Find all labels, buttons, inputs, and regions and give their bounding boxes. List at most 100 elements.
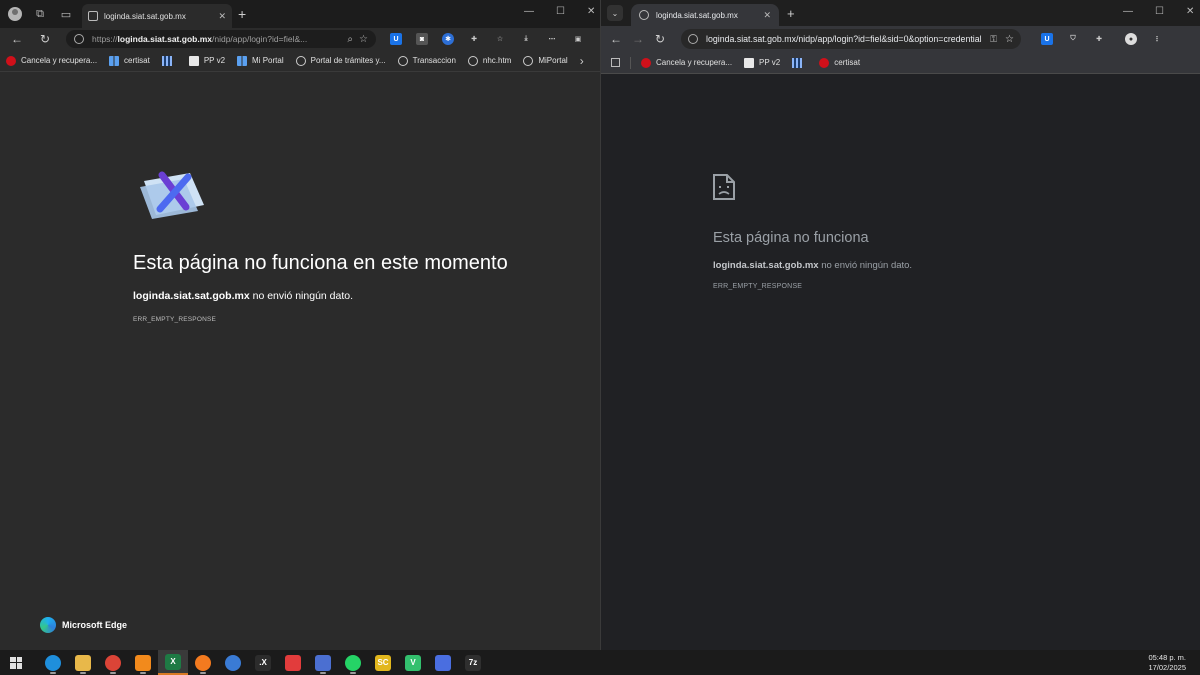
profile-icon[interactable]: ● xyxy=(1125,33,1137,45)
bookmark-item[interactable]: certisat xyxy=(819,57,860,68)
read-aloud-icon[interactable]: ⌕ xyxy=(347,34,353,45)
extension-shield-icon[interactable]: ⛉ xyxy=(1067,33,1079,45)
back-icon[interactable]: ← xyxy=(6,32,28,46)
app-x-icon: .X xyxy=(255,654,271,671)
system-clock[interactable]: 05:48 p. m. 17/02/2025 xyxy=(1148,653,1186,673)
close-window-icon[interactable]: ✕ xyxy=(1186,6,1194,17)
veracrypt-icon: V xyxy=(405,654,421,671)
new-tab-button[interactable]: + xyxy=(787,6,795,21)
error-code: ERR_EMPTY_RESPONSE xyxy=(133,316,217,323)
taskbar-app-x[interactable]: .X xyxy=(248,650,278,675)
taskbar-calculator[interactable] xyxy=(428,650,458,675)
windows-start-icon[interactable] xyxy=(10,656,22,669)
sad-page-icon xyxy=(713,174,735,200)
error-title: Esta página no funciona xyxy=(713,230,869,246)
sidebar-toggle-icon[interactable]: ▣ xyxy=(572,33,584,45)
more-favorites-icon[interactable]: › xyxy=(580,54,584,68)
extension-gear-icon[interactable]: ✱ xyxy=(442,33,454,45)
extensions-puzzle-icon[interactable]: ✚ xyxy=(468,33,480,45)
edge-error-page: Esta página no funciona en este momento … xyxy=(0,72,600,650)
new-tab-button[interactable]: + xyxy=(238,6,246,22)
remote-tool-icon xyxy=(315,654,331,671)
red-circle-icon xyxy=(819,57,830,68)
taskbar-sublime[interactable] xyxy=(128,650,158,675)
bookmark-item[interactable]: Transaccion xyxy=(397,55,456,66)
favorite-star-icon[interactable]: ☆ xyxy=(359,34,368,45)
edge-tab[interactable]: loginda.siat.sat.gob.mx ✕ xyxy=(82,4,232,28)
reload-icon[interactable]: ↻ xyxy=(649,32,671,46)
taskbar-sc-app[interactable]: SC xyxy=(368,650,398,675)
whatsapp-icon xyxy=(345,654,361,671)
error-title: Esta página no funciona en este momento xyxy=(133,252,508,274)
maximize-icon[interactable]: ☐ xyxy=(556,6,565,17)
bookmark-label: Cancela y recupera... xyxy=(656,58,733,67)
bookmark-item[interactable]: Cancela y recupera... xyxy=(6,55,97,66)
chrome-window: ⌄ loginda.siat.sat.gob.mx ✕ + — ☐ ✕ ← → … xyxy=(601,0,1200,650)
bookmark-item[interactable]: nhc.htm xyxy=(467,55,511,66)
more-menu-icon[interactable]: ⋯ xyxy=(546,33,558,45)
omnibox[interactable]: loginda.siat.sat.gob.mx/nidp/app/login?i… xyxy=(681,29,1021,49)
tab-search-icon[interactable]: ⌄ xyxy=(607,5,623,21)
more-menu-icon[interactable]: ⋮ xyxy=(1151,33,1163,45)
taskbar-remote-tool[interactable] xyxy=(308,650,338,675)
edge-toolbar: ← ↻ https:// loginda.siat.sat.gob.mx /ni… xyxy=(0,28,600,50)
taskbar-anydesk[interactable] xyxy=(278,650,308,675)
chrome-tab[interactable]: loginda.siat.sat.gob.mx ✕ xyxy=(631,4,779,26)
firefox-dev-icon xyxy=(225,654,241,671)
bookmark-label: Mi Portal xyxy=(252,56,284,65)
extension-u-icon[interactable]: U xyxy=(390,33,402,45)
taskbar-chrome[interactable] xyxy=(98,650,128,675)
bookmark-label: PP v2 xyxy=(759,58,781,67)
bookmark-star-icon[interactable]: ☆ xyxy=(1005,34,1014,45)
taskbar-firefox[interactable] xyxy=(188,650,218,675)
vertical-tabs-icon[interactable]: ▭ xyxy=(58,6,74,22)
globe-icon xyxy=(523,55,534,66)
taskbar-edge[interactable] xyxy=(38,650,68,675)
bookmark-item[interactable]: Cancela y recupera... xyxy=(641,57,733,68)
bookmark-item[interactable]: PP v2 xyxy=(744,57,781,68)
apps-grid-icon xyxy=(237,55,248,66)
extension-u-icon[interactable]: U xyxy=(1041,33,1053,45)
minimize-icon[interactable]: — xyxy=(524,6,534,17)
bookmark-item[interactable]: Portal de trámites y... xyxy=(295,55,386,66)
maximize-icon[interactable]: ☐ xyxy=(1155,6,1164,17)
back-icon[interactable]: ← xyxy=(605,32,627,46)
page-icon xyxy=(188,55,199,66)
globe-icon xyxy=(295,55,306,66)
taskbar-veracrypt[interactable]: V xyxy=(398,650,428,675)
bookmark-item[interactable]: MiPortal xyxy=(523,55,568,66)
reload-icon[interactable]: ↻ xyxy=(34,32,56,46)
favorites-icon[interactable]: ☆ xyxy=(494,33,506,45)
pattern-grid-icon xyxy=(161,55,172,66)
bookmark-item[interactable]: certisat xyxy=(109,55,150,66)
minimize-icon[interactable]: — xyxy=(1123,6,1133,17)
bookmark-item[interactable] xyxy=(161,55,177,66)
forward-icon[interactable]: → xyxy=(627,32,649,46)
taskbar-whatsapp[interactable] xyxy=(338,650,368,675)
site-info-icon[interactable] xyxy=(688,34,698,44)
profile-avatar-icon[interactable] xyxy=(8,7,22,21)
page-icon xyxy=(744,57,755,68)
close-tab-icon[interactable]: ✕ xyxy=(763,10,771,21)
bookmark-item[interactable]: PP v2 xyxy=(188,55,225,66)
extensions-puzzle-icon[interactable]: ✚ xyxy=(1093,33,1105,45)
address-bar[interactable]: https:// loginda.siat.sat.gob.mx /nidp/a… xyxy=(66,30,376,48)
workspaces-icon[interactable]: ⧉ xyxy=(32,6,48,22)
taskbar-excel[interactable]: X xyxy=(158,650,188,675)
apps-grid-icon[interactable] xyxy=(611,58,620,67)
downloads-icon[interactable]: ⤓ xyxy=(520,33,532,45)
bookmark-item[interactable] xyxy=(792,57,807,68)
taskbar-file-explorer[interactable] xyxy=(68,650,98,675)
taskbar-firefox-dev[interactable] xyxy=(218,650,248,675)
camera-extension-icon[interactable]: ◙ xyxy=(416,33,428,45)
bookmark-item[interactable]: Mi Portal xyxy=(237,55,284,66)
url-host: loginda.siat.sat.gob.mx xyxy=(117,34,212,44)
7zip-icon: 7z xyxy=(465,654,481,671)
close-tab-icon[interactable]: ✕ xyxy=(218,11,226,22)
site-info-icon[interactable] xyxy=(74,34,84,44)
close-window-icon[interactable]: ✕ xyxy=(587,6,595,17)
taskbar-7zip[interactable]: 7z xyxy=(458,650,488,675)
password-key-icon[interactable]: ⚿ xyxy=(990,34,997,45)
window-controls: — ☐ ✕ xyxy=(1123,6,1194,17)
error-code: ERR_EMPTY_RESPONSE xyxy=(713,283,803,290)
